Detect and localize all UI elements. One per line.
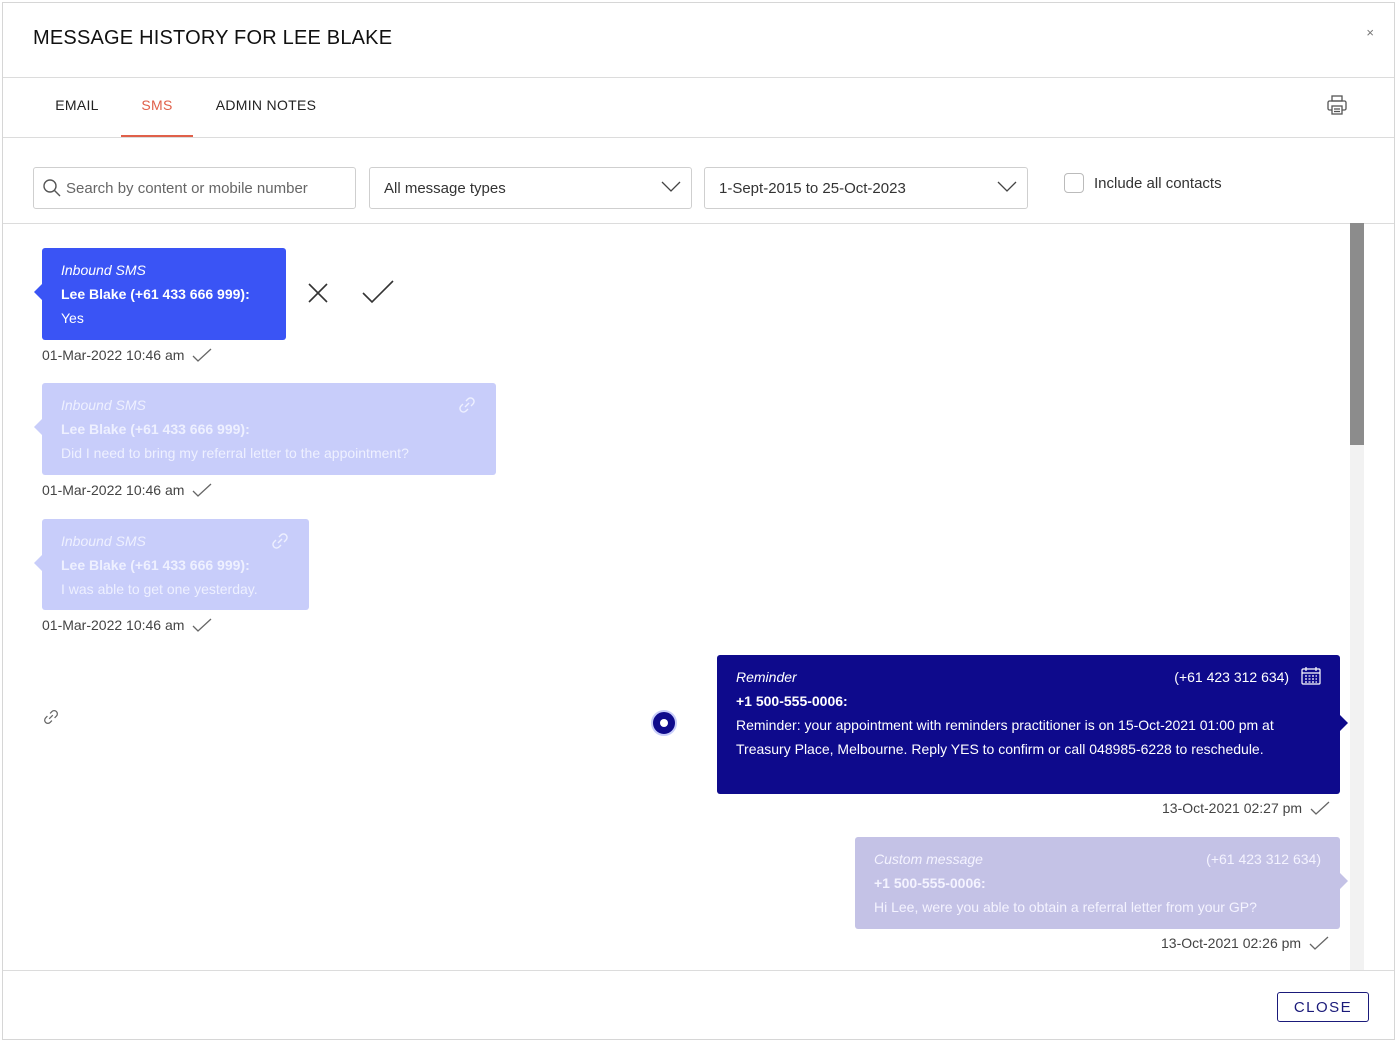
message-type: Reminder bbox=[736, 669, 797, 685]
message-type: Inbound SMS bbox=[61, 533, 146, 549]
tab-sms[interactable]: SMS bbox=[121, 77, 193, 137]
message-sender: +1 500-555-0006: bbox=[874, 875, 986, 891]
sent-check-icon bbox=[1309, 936, 1329, 950]
include-all-contacts-checkbox[interactable] bbox=[1064, 173, 1084, 193]
message-bubble[interactable]: Inbound SMS Lee Blake (+61 433 666 999):… bbox=[34, 383, 496, 475]
message-type: Inbound SMS bbox=[61, 397, 146, 413]
timestamp-text: 01-Mar-2022 10:46 am bbox=[42, 482, 185, 498]
message-bubble[interactable]: Inbound SMS Lee Blake (+61 433 666 999):… bbox=[34, 519, 309, 610]
message-sender: Lee Blake (+61 433 666 999): bbox=[61, 421, 250, 437]
search-box bbox=[33, 167, 356, 209]
message-body: I was able to get one yesterday. bbox=[61, 581, 258, 597]
sent-check-icon bbox=[192, 348, 212, 362]
chevron-down-icon bbox=[997, 181, 1017, 192]
message-sender: Lee Blake (+61 433 666 999): bbox=[61, 286, 250, 302]
tab-admin-notes[interactable]: ADMIN NOTES bbox=[213, 77, 319, 137]
message-body: Did I need to bring my referral letter t… bbox=[61, 445, 409, 461]
timestamp-text: 01-Mar-2022 10:46 am bbox=[42, 347, 185, 363]
tab-bar: EMAIL SMS ADMIN NOTES bbox=[3, 77, 1394, 137]
modal-footer: CLOSE bbox=[3, 970, 1394, 1041]
message-timestamp: 13-Oct-2021 02:27 pm bbox=[1162, 800, 1330, 816]
date-range-select[interactable]: 1-Sept-2015 to 25-Oct-2023 bbox=[704, 167, 1028, 209]
message-body: Hi Lee, were you able to obtain a referr… bbox=[874, 899, 1257, 915]
timestamp-text: 13-Oct-2021 02:27 pm bbox=[1162, 800, 1303, 816]
message-type: Custom message bbox=[874, 851, 983, 867]
search-icon bbox=[43, 179, 61, 197]
message-bubble[interactable]: Custom message (+61 423 312 634) +1 500-… bbox=[855, 837, 1348, 929]
link-icon[interactable] bbox=[270, 531, 290, 551]
message-sender: +1 500-555-0006: bbox=[736, 693, 848, 709]
selection-radio[interactable] bbox=[651, 710, 677, 736]
calendar-icon[interactable] bbox=[1301, 667, 1321, 685]
search-input[interactable] bbox=[66, 168, 351, 208]
message-timestamp: 01-Mar-2022 10:46 am bbox=[42, 482, 212, 498]
include-all-contacts-label: Include all contacts bbox=[1094, 175, 1222, 192]
message-list: Inbound SMS Lee Blake (+61 433 666 999):… bbox=[3, 223, 1396, 970]
filter-bar: All message types 1-Sept-2015 to 25-Oct-… bbox=[3, 137, 1394, 223]
message-timestamp: 01-Mar-2022 10:46 am bbox=[42, 347, 212, 363]
scrollbar-thumb[interactable] bbox=[1350, 223, 1364, 445]
chevron-down-icon bbox=[661, 181, 681, 192]
message-timestamp: 13-Oct-2021 02:26 pm bbox=[1161, 935, 1329, 951]
printer-icon[interactable] bbox=[1326, 94, 1348, 116]
message-type: Inbound SMS bbox=[61, 262, 146, 278]
link-icon[interactable] bbox=[42, 708, 60, 726]
timestamp-text: 13-Oct-2021 02:26 pm bbox=[1161, 935, 1302, 951]
message-recipient: (+61 423 312 634) bbox=[1206, 851, 1321, 867]
tab-email[interactable]: EMAIL bbox=[53, 77, 101, 137]
close-button[interactable]: CLOSE bbox=[1277, 992, 1369, 1022]
message-type-value: All message types bbox=[384, 180, 506, 197]
message-history-modal: MESSAGE HISTORY FOR LEE BLAKE × EMAIL SM… bbox=[2, 2, 1395, 1040]
sent-check-icon bbox=[1310, 801, 1330, 815]
message-sender: Lee Blake (+61 433 666 999): bbox=[61, 557, 250, 573]
message-body: Yes bbox=[61, 310, 84, 326]
sent-check-icon bbox=[192, 618, 212, 632]
checkmark-icon[interactable] bbox=[361, 279, 395, 305]
message-recipient: (+61 423 312 634) bbox=[1174, 669, 1290, 685]
message-timestamp: 01-Mar-2022 10:46 am bbox=[42, 617, 212, 633]
close-icon[interactable] bbox=[307, 282, 329, 304]
date-range-value: 1-Sept-2015 to 25-Oct-2023 bbox=[719, 180, 906, 197]
link-icon[interactable] bbox=[457, 395, 477, 415]
modal-title: MESSAGE HISTORY FOR LEE BLAKE bbox=[33, 27, 393, 49]
message-bubble[interactable]: Inbound SMS Lee Blake (+61 433 666 999):… bbox=[34, 248, 286, 340]
timestamp-text: 01-Mar-2022 10:46 am bbox=[42, 617, 185, 633]
close-icon[interactable]: × bbox=[1366, 25, 1374, 40]
message-type-select[interactable]: All message types bbox=[369, 167, 692, 209]
message-bubble[interactable]: Reminder (+61 423 312 634) +1 500-555-00… bbox=[717, 655, 1348, 794]
sent-check-icon bbox=[192, 483, 212, 497]
message-body: Reminder: your appointment with reminder… bbox=[736, 717, 1274, 757]
